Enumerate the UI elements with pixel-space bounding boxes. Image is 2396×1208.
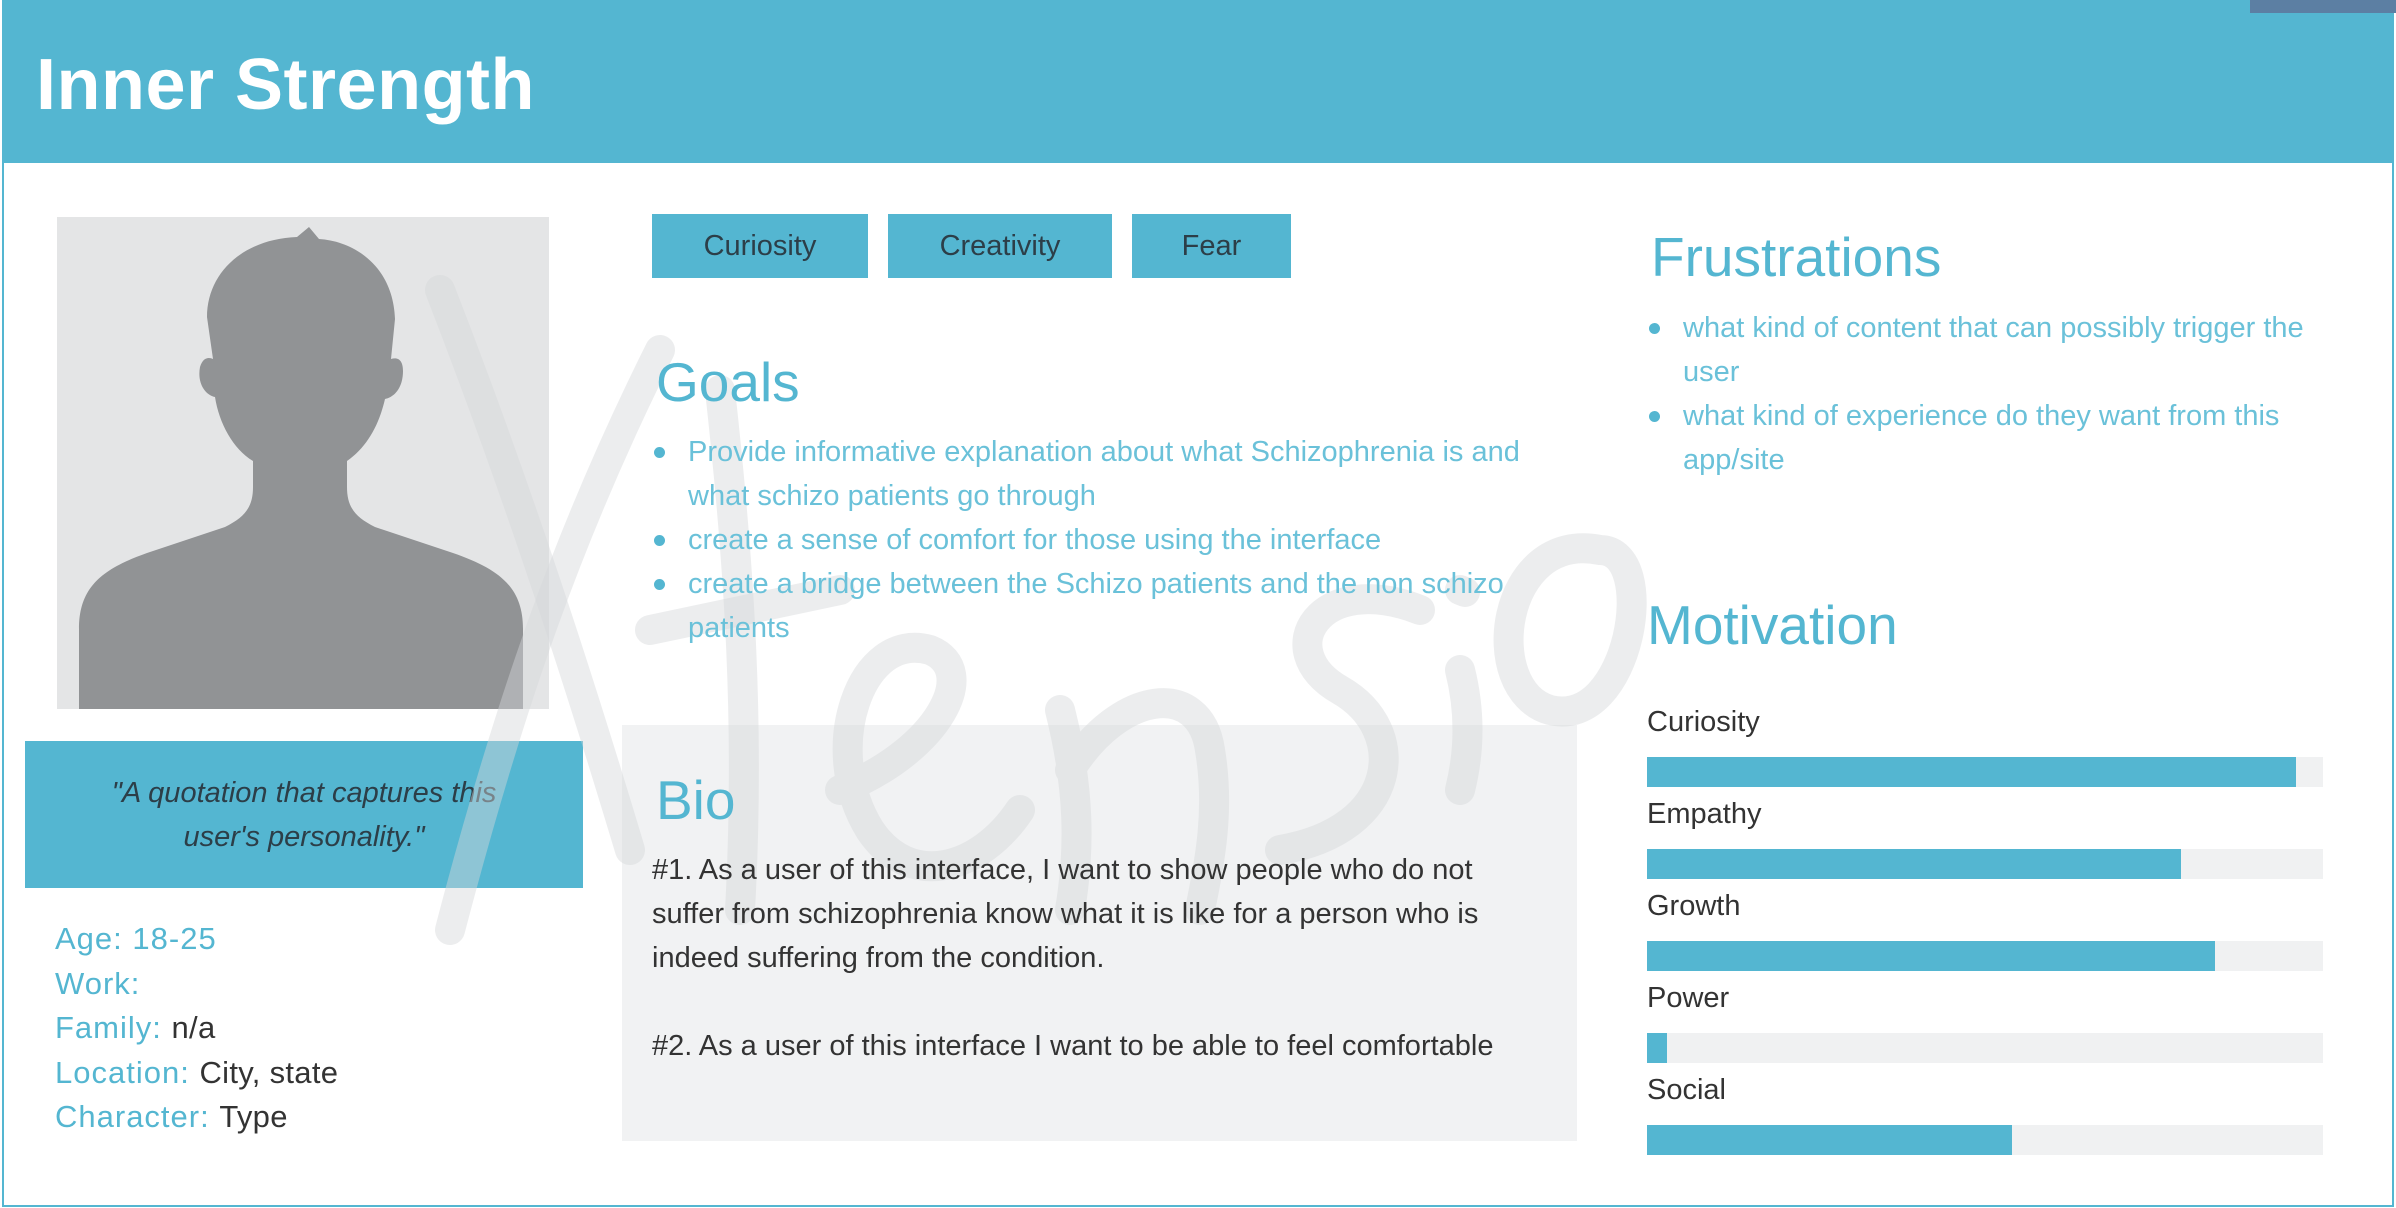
goal-item: Provide informative explanation about wh… [652,430,1552,518]
motivation-heading: Motivation [1647,594,1898,656]
motivation-track [1647,849,2323,879]
frustration-item: what kind of experience do they want fro… [1647,394,2347,482]
motivation-track [1647,941,2323,971]
motivation-fill [1647,849,2182,879]
detail-location: Location: City, state [55,1051,338,1096]
bio-paragraph: #2. As a user of this interface I want t… [652,1030,1494,1062]
motivation-track [1647,1125,2323,1155]
motivation-item: Social [1647,1068,2323,1160]
motivation-fill [1647,1033,1668,1063]
detail-value: 18-25 [132,921,217,956]
goal-item: create a sense of comfort for those usin… [652,518,1552,562]
detail-value: n/a [171,1010,216,1045]
detail-key: Age: [55,921,123,956]
motivation-label: Power [1647,982,1730,1014]
motivation-track [1647,1033,2323,1063]
bio-heading: Bio [656,769,736,831]
goal-item: create a bridge between the Schizo patie… [652,562,1552,650]
quote-box: "A quotation that captures this user's p… [25,741,583,888]
bio-text: #1. As a user of this interface, I want … [652,848,1552,1068]
motivation-item: Curiosity [1647,700,2323,792]
motivation-item: Power [1647,976,2323,1068]
detail-key: Family: [55,1010,162,1045]
avatar [57,217,549,709]
detail-key: Character: [55,1099,210,1134]
user-silhouette-icon [79,227,523,709]
detail-age: Age: 18-25 [55,917,338,962]
motivation-fill [1647,941,2215,971]
motivation-item: Growth [1647,884,2323,976]
detail-family: Family: n/a [55,1006,338,1051]
motivation-label: Growth [1647,890,1741,922]
motivation-fill [1647,757,2296,787]
corner-tab [2250,0,2396,13]
tag-creativity: Creativity [888,214,1112,278]
frustrations-heading: Frustrations [1651,226,1942,288]
detail-work: Work: [55,962,338,1007]
motivation-label: Social [1647,1074,1726,1106]
header-bar: Inner Strength [2,0,2394,163]
motivation-label: Empathy [1647,798,1762,830]
persona-quote: "A quotation that captures this user's p… [111,776,497,853]
motivation-label: Curiosity [1647,706,1760,738]
tag-curiosity: Curiosity [652,214,868,278]
motivation-bars: Curiosity Empathy Growth Power Social [1647,700,2323,1160]
detail-key: Work: [55,965,141,1001]
frustrations-list: what kind of content that can possibly t… [1647,306,2347,482]
tag-fear: Fear [1132,214,1291,278]
detail-key: Location: [55,1054,190,1090]
detail-character: Character: Type [55,1095,338,1140]
persona-details: Age: 18-25 Work: Family: n/a Location: C… [55,917,338,1140]
motivation-track [1647,757,2323,787]
page-title: Inner Strength [36,45,536,125]
goals-list: Provide informative explanation about wh… [652,430,1552,650]
frustration-item: what kind of content that can possibly t… [1647,306,2347,394]
detail-value: City, state [199,1054,339,1090]
motivation-fill [1647,1125,2013,1155]
goals-heading: Goals [656,351,800,413]
bio-paragraph: #1. As a user of this interface, I want … [652,854,1479,974]
detail-value: Type [219,1099,288,1134]
motivation-item: Empathy [1647,792,2323,884]
